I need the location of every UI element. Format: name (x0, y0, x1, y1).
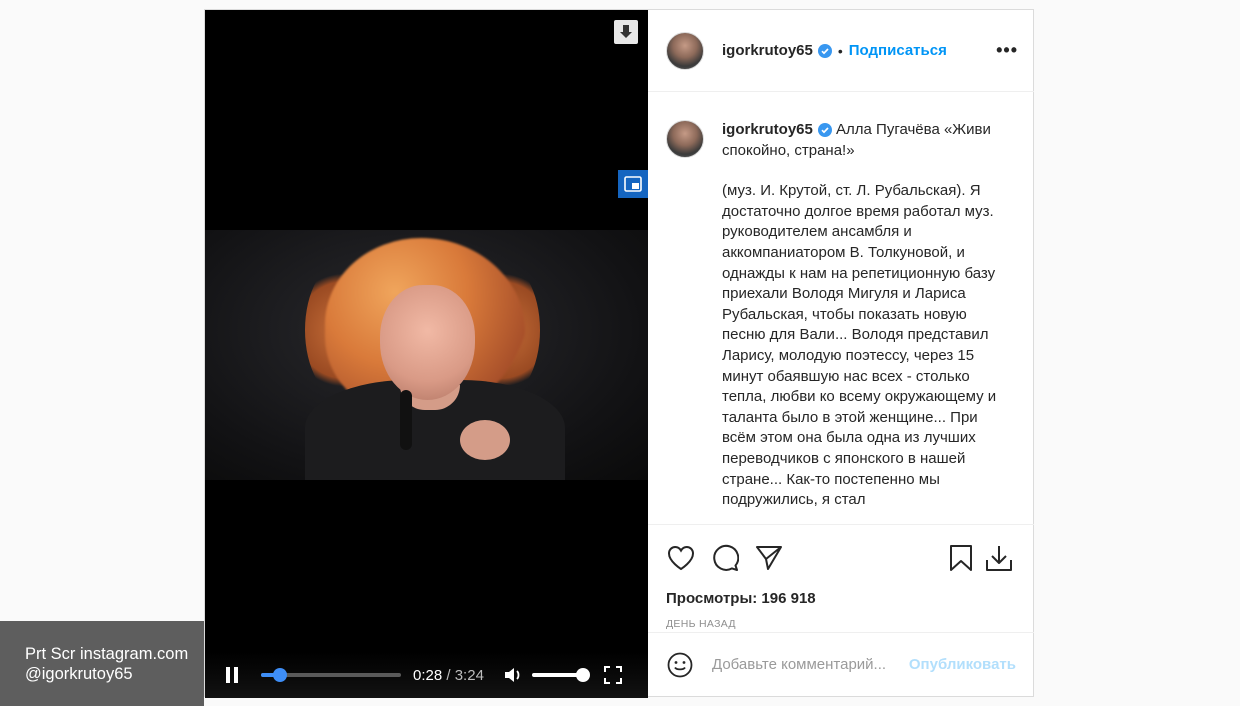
total-time: 3:24 (454, 666, 484, 684)
pause-icon[interactable] (219, 662, 245, 688)
time-display: 0:28 / 3:24 (413, 667, 484, 684)
volume-handle[interactable] (575, 668, 590, 682)
time-separator: / (442, 666, 455, 684)
post-modal: 0:28 / 3:24 igorkrutoy65 • Подписаться •… (204, 9, 1034, 698)
verified-icon (817, 43, 832, 58)
caption-body: (муз. И. Крутой, ст. Л. Рубальская). Я д… (722, 182, 997, 509)
post-timestamp[interactable]: ДЕНЬ НАЗАД (648, 618, 1034, 630)
video-frame (205, 230, 648, 480)
share-icon[interactable] (754, 543, 784, 573)
caption-text: igorkrutoy65 Алла Пугачёва «Живи спокойн… (722, 120, 1004, 524)
microphone (400, 390, 412, 450)
avatar[interactable] (666, 31, 704, 70)
watermark-line-2: @igorkrutoy65 (25, 665, 133, 683)
video-player[interactable]: 0:28 / 3:24 (205, 10, 648, 698)
comment-bar: Опубликовать (648, 632, 1034, 696)
picture-in-picture-icon[interactable] (618, 170, 648, 198)
emoji-icon[interactable] (666, 651, 694, 679)
post-sidebar: igorkrutoy65 • Подписаться ••• igorkruto… (648, 10, 1034, 696)
comment-icon[interactable] (710, 543, 740, 573)
comment-input[interactable] (712, 656, 902, 673)
watermark-line-1: Prt Scr instagram.com (25, 645, 189, 663)
current-time: 0:28 (413, 666, 443, 684)
post-header: igorkrutoy65 • Подписаться ••• (648, 10, 1034, 92)
caption: igorkrutoy65 Алла Пугачёва «Живи спокойн… (648, 92, 1034, 524)
watermark: Prt Scr instagram.com @igorkrutoy65 (0, 621, 204, 706)
separator-dot: • (837, 42, 843, 59)
seek-bar[interactable] (261, 668, 401, 682)
save-download-icon[interactable] (984, 543, 1014, 573)
volume-icon[interactable] (502, 664, 524, 686)
header-username[interactable]: igorkrutoy65 (722, 42, 813, 59)
bookmark-icon[interactable] (946, 543, 976, 573)
volume-slider[interactable] (531, 668, 590, 682)
download-icon[interactable] (614, 20, 638, 44)
follow-button[interactable]: Подписаться (849, 42, 947, 59)
more-options-button[interactable]: ••• (996, 40, 1018, 61)
seek-handle[interactable] (273, 668, 288, 682)
video-controls: 0:28 / 3:24 (205, 652, 648, 698)
caption-avatar[interactable] (666, 120, 704, 158)
publish-button[interactable]: Опубликовать (909, 656, 1016, 673)
action-bar (648, 524, 1034, 590)
fullscreen-icon[interactable] (602, 664, 624, 686)
heart-icon[interactable] (666, 543, 696, 573)
views-count[interactable]: Просмотры: 196 918 (648, 590, 1034, 610)
verified-icon (817, 123, 832, 138)
caption-username[interactable]: igorkrutoy65 (722, 121, 813, 138)
